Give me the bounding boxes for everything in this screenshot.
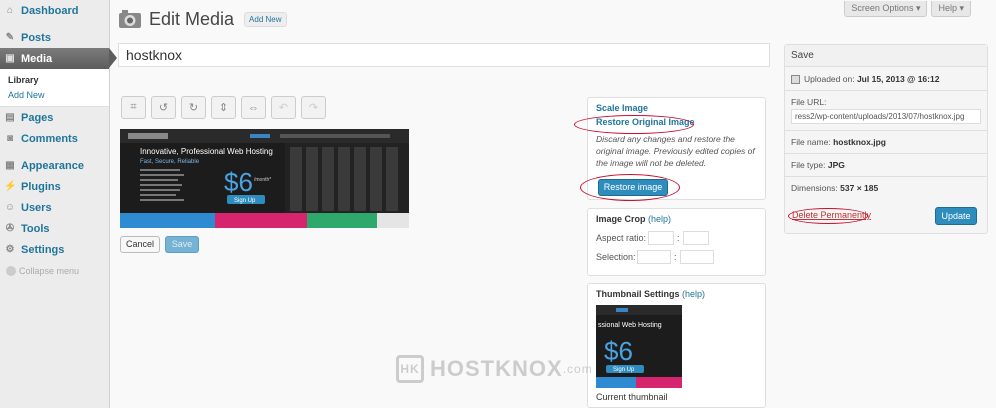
crop-tool[interactable]: ⌗ bbox=[121, 96, 146, 119]
sidebar-item-pages[interactable]: ▤ Pages bbox=[0, 107, 109, 128]
aspect-ratio-row: Aspect ratio: : bbox=[588, 226, 765, 245]
rotate-left-tool[interactable]: ↺ bbox=[151, 96, 176, 119]
file-type-row: File type: JPG bbox=[791, 160, 845, 170]
title-input[interactable] bbox=[118, 43, 770, 67]
selection-row: Selection: : bbox=[588, 245, 765, 264]
selection-width-input[interactable] bbox=[637, 250, 671, 264]
aspect-ratio-label: Aspect ratio: bbox=[596, 233, 647, 243]
submenu-library[interactable]: Library bbox=[0, 73, 109, 88]
thumbnail-signup: Sign Up bbox=[613, 367, 635, 373]
selection-separator: : bbox=[674, 252, 677, 262]
thumbnail-headline: ssional Web Hosting bbox=[598, 322, 662, 329]
current-thumbnail-label: Current thumbnail bbox=[596, 392, 668, 402]
file-url-field[interactable]: ress2/wp-content/uploads/2013/07/hostkno… bbox=[791, 109, 981, 124]
banner-per-month: /month* bbox=[254, 177, 271, 183]
sidebar-item-dashboard[interactable]: ⌂ Dashboard bbox=[0, 0, 109, 21]
image-crop-panel: Image Crop (help) Aspect ratio: : Select… bbox=[587, 208, 766, 276]
camera-icon bbox=[119, 10, 141, 28]
pin-icon: ✎ bbox=[5, 31, 15, 43]
media-submenu: Library Add New bbox=[0, 69, 109, 107]
collapse-arrow-icon bbox=[6, 266, 16, 276]
update-button[interactable]: Update bbox=[935, 207, 977, 225]
banner-price: $6 bbox=[224, 167, 253, 197]
sidebar-item-posts[interactable]: ✎ Posts bbox=[0, 27, 109, 48]
cancel-button[interactable]: Cancel bbox=[120, 236, 160, 253]
sidebar-item-comments[interactable]: ◙ Comments bbox=[0, 128, 109, 149]
page-header: Edit Media Add New bbox=[118, 8, 287, 30]
hosting-banner-image: Innovative, Professional Web Hosting Fas… bbox=[120, 129, 409, 228]
admin-sidebar: ⌂ Dashboard ✎ Posts ▣ Media Library Add New… bbox=[0, 0, 117, 408]
dashboard-icon: ⌂ bbox=[6, 4, 14, 16]
highlight-ellipse bbox=[574, 115, 694, 134]
aspect-width-input[interactable] bbox=[648, 231, 674, 245]
thumbnail-help-link[interactable]: (help) bbox=[682, 289, 705, 299]
page-title: Edit Media bbox=[149, 8, 235, 29]
rotate-right-tool[interactable]: ↻ bbox=[181, 96, 206, 119]
banner-signup: Sign Up bbox=[234, 198, 256, 204]
thumbnail-title: Thumbnail Settings (help) bbox=[596, 289, 706, 299]
banner-tagline: Fast, Secure, Reliable bbox=[140, 159, 200, 165]
brush-icon: ▦ bbox=[5, 159, 15, 171]
aspect-separator: : bbox=[677, 233, 680, 243]
thumbnail-price: $6 bbox=[604, 336, 633, 366]
crop-title: Image Crop (help) bbox=[596, 214, 672, 224]
flip-vertical-icon: ⇕ bbox=[218, 102, 229, 114]
scale-restore-panel: Scale Image Restore Original Image Disca… bbox=[574, 97, 766, 201]
settings-icon: ⚙ bbox=[5, 243, 15, 255]
sidebar-item-tools[interactable]: ✇ Tools bbox=[0, 218, 109, 239]
thumbnail-banner: ssional Web Hosting $6 Sign Up bbox=[596, 305, 682, 388]
rotate-left-icon: ↺ bbox=[158, 102, 169, 114]
highlight-ellipse bbox=[788, 208, 868, 224]
selection-height-input[interactable] bbox=[679, 250, 714, 264]
thumbnail-settings-panel: Thumbnail Settings (help) ssional Web Ho… bbox=[587, 283, 766, 408]
hostknox-logo-icon: HK bbox=[396, 355, 424, 383]
save-title: Save bbox=[785, 45, 987, 67]
sidebar-item-appearance[interactable]: ▦ Appearance bbox=[0, 155, 109, 176]
redo-icon: ↷ bbox=[308, 102, 319, 114]
wrench-icon: ✇ bbox=[5, 222, 15, 234]
submenu-add-new[interactable]: Add New bbox=[0, 88, 109, 103]
calendar-icon bbox=[791, 74, 800, 84]
file-name-row: File name: hostknox.jpg bbox=[791, 137, 886, 147]
comment-icon: ◙ bbox=[6, 132, 14, 144]
screen-options-button[interactable]: Screen Options ▾ bbox=[844, 1, 928, 17]
flip-horizontal-tool[interactable]: ⇔ bbox=[241, 96, 266, 119]
plug-icon: ⚡ bbox=[4, 180, 17, 192]
rotate-right-icon: ↻ bbox=[188, 102, 199, 114]
file-url-label: File URL: bbox=[791, 97, 827, 107]
image-edit-toolbar: ⌗ ↺ ↻ ⇕ ⇔ ↶ ↷ bbox=[121, 96, 326, 119]
user-icon: ☺ bbox=[4, 201, 16, 213]
sidebar-item-users[interactable]: ☺ Users bbox=[0, 197, 109, 218]
watermark: HK HOSTKNOX .com bbox=[396, 355, 593, 383]
save-metabox: Save Uploaded on: Jul 15, 2013 @ 16:12 F… bbox=[784, 44, 988, 234]
banner-headline: Innovative, Professional Web Hosting bbox=[140, 147, 273, 156]
collapse-menu[interactable]: Collapse menu bbox=[0, 266, 109, 276]
screen-meta-links: Screen Options ▾ Help ▾ bbox=[844, 1, 971, 17]
sidebar-item-settings[interactable]: ⚙ Settings bbox=[0, 239, 109, 260]
media-icon: ▣ bbox=[5, 52, 15, 64]
flip-horizontal-icon: ⇔ bbox=[248, 101, 259, 114]
dimensions-row: Dimensions: 537 × 185 bbox=[791, 183, 879, 193]
scale-image-link[interactable]: Scale Image bbox=[588, 103, 765, 113]
add-new-button[interactable]: Add New bbox=[244, 11, 287, 27]
highlight-ellipse bbox=[580, 174, 680, 201]
sidebar-item-media[interactable]: ▣ Media bbox=[0, 48, 117, 69]
help-button[interactable]: Help ▾ bbox=[931, 1, 971, 17]
undo-icon: ↶ bbox=[278, 102, 289, 114]
flip-vertical-tool[interactable]: ⇕ bbox=[211, 96, 236, 119]
uploaded-row: Uploaded on: Jul 15, 2013 @ 16:12 bbox=[785, 74, 987, 84]
image-preview[interactable]: Innovative, Professional Web Hosting Fas… bbox=[120, 129, 409, 228]
selection-label: Selection: bbox=[596, 252, 636, 262]
save-button[interactable]: Save bbox=[165, 236, 199, 253]
page-icon: ▤ bbox=[5, 111, 15, 123]
thumbnail-image: ssional Web Hosting $6 Sign Up bbox=[596, 305, 682, 388]
undo-tool[interactable]: ↶ bbox=[271, 96, 296, 119]
aspect-height-input[interactable] bbox=[682, 231, 709, 245]
redo-tool[interactable]: ↷ bbox=[301, 96, 326, 119]
crop-icon: ⌗ bbox=[130, 101, 137, 113]
crop-help-link[interactable]: (help) bbox=[648, 214, 671, 224]
sidebar-item-plugins[interactable]: ⚡ Plugins bbox=[0, 176, 109, 197]
